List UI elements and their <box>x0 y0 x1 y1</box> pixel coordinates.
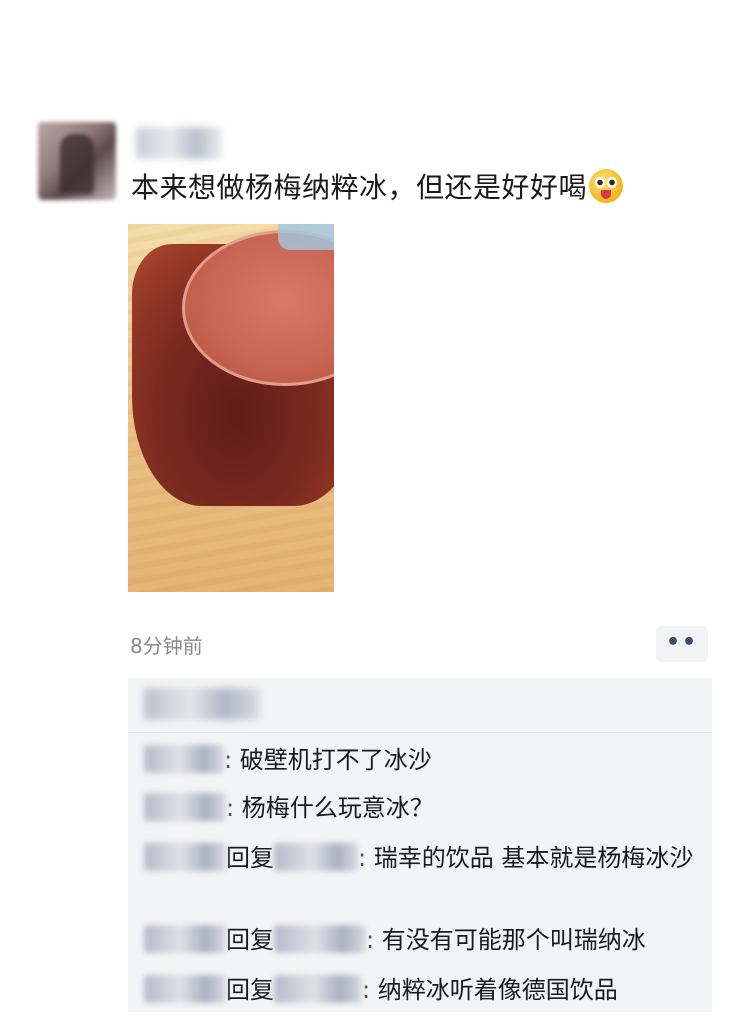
post-photo[interactable] <box>128 224 334 592</box>
commenter-name-blurred[interactable] <box>144 975 226 1003</box>
post-text: 本来想做杨梅纳粹冰，但还是好好喝 <box>131 168 624 208</box>
comments-panel: : 破壁机打不了冰沙 : 杨梅什么玩意冰？ 回复: 瑞幸的饮品 基本就是杨梅冰沙… <box>128 678 712 1012</box>
more-actions-button[interactable]: •• <box>656 626 708 662</box>
reply-target-name-blurred[interactable] <box>274 975 362 1003</box>
comment-item[interactable]: 回复: 纳粹冰听着像德国饮品 <box>144 970 618 1010</box>
comment-item[interactable]: : 破壁机打不了冰沙 <box>144 740 432 780</box>
reply-word: 回复 <box>226 844 274 872</box>
comment-item[interactable]: 回复: 有没有可能那个叫瑞纳冰 <box>144 920 646 960</box>
comment-text: 瑞幸的饮品 基本就是杨梅冰沙 <box>373 844 694 872</box>
post-text-content: 本来想做杨梅纳粹冰，但还是好好喝 <box>131 171 588 204</box>
comment-text: 破壁机打不了冰沙 <box>239 746 432 774</box>
comment-item[interactable]: 回复: 瑞幸的饮品 基本就是杨梅冰沙 <box>144 838 704 878</box>
reply-target-name-blurred[interactable] <box>274 843 358 871</box>
reply-target-name-blurred[interactable] <box>274 925 366 953</box>
reply-word: 回复 <box>226 926 274 954</box>
likes-divider <box>128 732 712 733</box>
commenter-name-blurred[interactable] <box>144 793 226 821</box>
poster-name-blurred[interactable] <box>136 127 222 159</box>
post-time: 8分钟前 <box>130 634 203 658</box>
likes-list-blurred[interactable] <box>144 688 260 720</box>
reply-word: 回复 <box>226 976 274 1004</box>
astonished-face-icon <box>589 169 624 203</box>
photo-corner-reflection <box>278 224 334 250</box>
commenter-name-blurred[interactable] <box>144 843 226 871</box>
commenter-name-blurred[interactable] <box>144 745 224 773</box>
avatar[interactable] <box>38 122 116 200</box>
comment-text: 杨梅什么玩意冰？ <box>241 794 434 822</box>
comment-item[interactable]: : 杨梅什么玩意冰？ <box>144 788 434 828</box>
commenter-name-blurred[interactable] <box>144 925 226 953</box>
comment-text: 纳粹冰听着像德国饮品 <box>377 976 618 1004</box>
comment-text: 有没有可能那个叫瑞纳冰 <box>381 926 646 954</box>
